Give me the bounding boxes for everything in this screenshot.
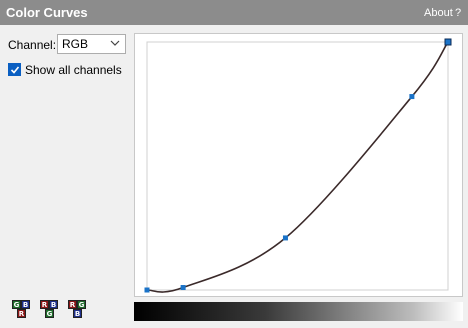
window-title: Color Curves xyxy=(6,5,88,20)
channel-label: Channel: xyxy=(8,38,57,52)
channel-value: RGB xyxy=(62,37,89,51)
swap-letter: B xyxy=(49,300,58,309)
curve-control-point[interactable] xyxy=(180,285,186,291)
curve-control-point[interactable] xyxy=(444,38,452,46)
show-all-label[interactable]: Show all channels xyxy=(25,63,122,77)
curve-control-point[interactable] xyxy=(409,94,415,100)
channel-dropdown[interactable]: RGB xyxy=(57,34,126,54)
curve-editor[interactable] xyxy=(134,33,463,297)
swap-letter: R xyxy=(17,309,26,318)
show-all-checkbox[interactable] xyxy=(8,63,21,76)
swap-letter: G xyxy=(45,309,54,318)
gray-gradient-bar xyxy=(134,302,463,321)
swap-red-green-blue-icon: R xyxy=(68,300,77,309)
curve-grid-border xyxy=(146,41,449,291)
curve-control-point[interactable] xyxy=(144,287,150,293)
swap-red-blue-green-icon: R xyxy=(40,300,49,309)
chevron-down-icon xyxy=(110,40,120,46)
about-link[interactable]: About xyxy=(424,7,453,19)
swap-green-blue-red-icon: G xyxy=(12,300,21,309)
checkmark-icon xyxy=(10,66,20,74)
swap-green-blue-red-button[interactable]: G B R xyxy=(10,298,34,322)
swap-red-green-blue-button[interactable]: R G B xyxy=(66,298,90,322)
curve-control-point[interactable] xyxy=(282,235,288,241)
swap-letter: B xyxy=(21,300,30,309)
curve-canvas[interactable] xyxy=(135,34,462,296)
swap-letter: G xyxy=(77,300,86,309)
help-link[interactable]: ? xyxy=(455,7,461,19)
curve-line xyxy=(146,41,449,293)
swap-red-blue-green-button[interactable]: R B G xyxy=(38,298,62,322)
title-bar: Color Curves About ? xyxy=(0,0,468,25)
swap-letter: B xyxy=(73,309,82,318)
